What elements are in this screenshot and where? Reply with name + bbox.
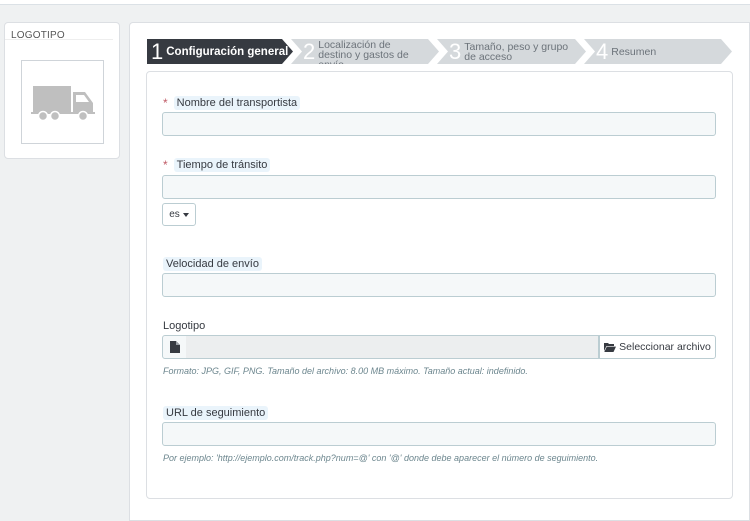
step-number: 4: [596, 39, 609, 64]
language-code: es: [169, 209, 180, 220]
carrier-name-input[interactable]: [162, 112, 716, 136]
shipping-speed-label-text: Velocidad de envío: [163, 257, 262, 271]
carrier-logo-preview: [21, 60, 104, 144]
document-icon: [169, 341, 180, 353]
logo-panel-title: LOGOTIPO: [5, 23, 113, 41]
step-label: Localización de destino y gastos de enví…: [318, 39, 409, 61]
transit-time-input[interactable]: [162, 175, 716, 199]
step-number: 2: [303, 39, 316, 64]
general-settings-form: * Nombre del transportista * Tiempo de t…: [146, 71, 733, 499]
folder-open-icon: [604, 343, 617, 352]
select-file-button-label: Seleccionar archivo: [619, 341, 711, 353]
required-marker: *: [163, 96, 168, 110]
transit-time-label: * Tiempo de tránsito: [163, 158, 271, 172]
file-icon: [162, 335, 187, 359]
required-marker: *: [163, 158, 168, 172]
step-number: 3: [449, 39, 462, 64]
step-number: 1: [151, 39, 164, 64]
tracking-url-label-text: URL de seguimiento: [163, 406, 269, 420]
carrier-wizard-panel: 1 Configuración general 2 Localización d…: [129, 22, 750, 521]
tracking-url-input[interactable]: [162, 422, 716, 446]
step-resumen[interactable]: 4 Resumen: [584, 39, 732, 64]
shipping-speed-input[interactable]: [162, 273, 716, 297]
carrier-name-label-text: Nombre del transportista: [173, 96, 301, 110]
step-tamano-peso[interactable]: 3 Tamaño, peso y grupo de acceso: [437, 39, 586, 64]
tracking-url-label: URL de seguimiento: [163, 406, 269, 420]
logo-file-input[interactable]: [186, 335, 599, 359]
caret-down-icon: [182, 212, 189, 217]
step-label: Configuración general: [166, 45, 289, 58]
truck-icon: [30, 86, 95, 122]
logo-file-picker: Seleccionar archivo: [162, 335, 716, 359]
shipping-speed-label: Velocidad de envío: [163, 257, 262, 271]
step-label: Resumen: [611, 45, 657, 58]
transit-time-label-text: Tiempo de tránsito: [173, 158, 271, 172]
step-configuracion-general[interactable]: 1 Configuración general: [147, 39, 293, 64]
logo-help-text: Formato: JPG, GIF, PNG. Tamaño del archi…: [163, 366, 528, 376]
logo-label-text: Logotipo: [163, 320, 206, 332]
step-label: Tamaño, peso y grupo de acceso: [464, 40, 569, 63]
logo-panel: LOGOTIPO: [4, 22, 120, 159]
top-bar: [0, 0, 750, 5]
select-file-button[interactable]: Seleccionar archivo: [599, 335, 716, 359]
step-localizacion[interactable]: 2 Localización de destino y gastos de en…: [291, 39, 439, 64]
logo-label: Logotipo: [163, 320, 205, 332]
language-dropdown[interactable]: es: [162, 203, 196, 226]
wizard-steps: 1 Configuración general 2 Localización d…: [147, 39, 750, 64]
tracking-url-help-text: Por ejemplo: 'http://ejemplo.com/track.p…: [163, 453, 599, 463]
carrier-name-label: * Nombre del transportista: [163, 96, 301, 110]
